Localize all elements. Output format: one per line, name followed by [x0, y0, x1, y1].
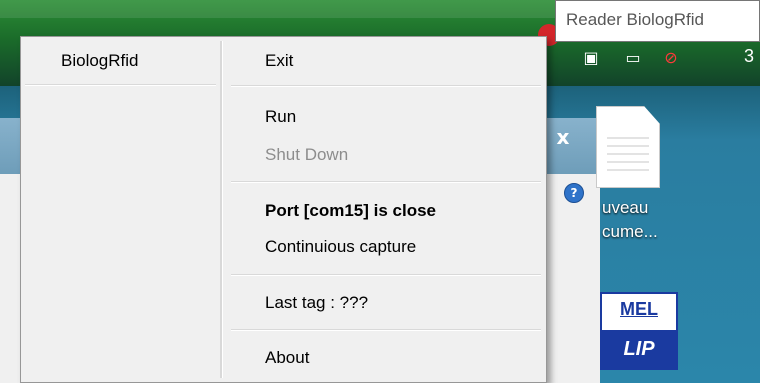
menu-separator: [231, 329, 541, 331]
app-icon-text-top: MEL: [602, 294, 676, 324]
document-label-line2[interactable]: cume...: [602, 222, 658, 242]
menu-separator: [231, 181, 541, 183]
document-label-line1[interactable]: uveau: [602, 198, 648, 218]
menu-title-separator: [25, 84, 216, 86]
menu-item-shut-down: Shut Down: [265, 145, 349, 164]
menu-column-divider: [220, 41, 223, 378]
menu-separator: [231, 85, 541, 87]
tray-clock[interactable]: 3: [744, 46, 754, 67]
menu-item-last-tag[interactable]: Last tag : ???: [265, 293, 368, 313]
network-icon[interactable]: ▭: [622, 46, 644, 68]
help-icon[interactable]: ?: [564, 183, 584, 203]
volume-muted-icon[interactable]: ⊘: [660, 46, 682, 68]
menu-title: BiologRfid: [61, 51, 139, 70]
application-icon[interactable]: MEL LIP: [600, 292, 678, 370]
context-menu: BiologRfid Exit Run Shut Down Port [com1…: [20, 36, 547, 383]
tray-tooltip: Reader BiologRfid: [555, 0, 760, 42]
menu-item-port-status[interactable]: Port [com15] is close: [265, 201, 436, 221]
menu-item-exit[interactable]: Exit: [265, 51, 293, 71]
app-icon-text-bottom: LIP: [602, 330, 676, 368]
window-icon[interactable]: ▣: [580, 46, 602, 68]
menu-item-continuous-capture[interactable]: Continuious capture: [265, 237, 416, 257]
system-tray: ▣ ▭ ⊘ 3: [560, 36, 760, 86]
menu-item-run[interactable]: Run: [265, 107, 296, 127]
menu-item-about[interactable]: About: [265, 348, 309, 368]
menu-separator: [231, 274, 541, 276]
document-icon[interactable]: [596, 106, 660, 188]
